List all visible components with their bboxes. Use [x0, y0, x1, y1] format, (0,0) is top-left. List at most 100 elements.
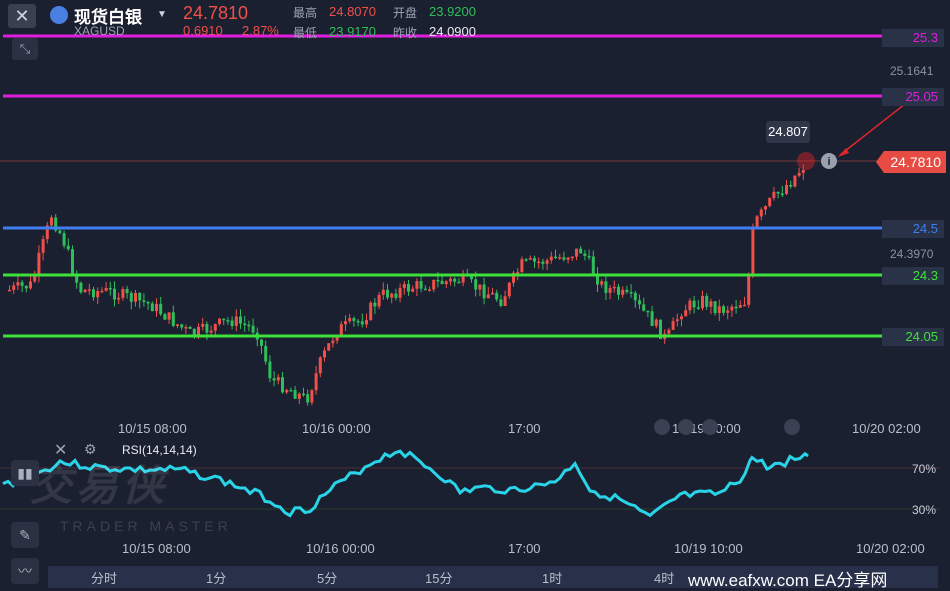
- candle-body: [41, 239, 45, 253]
- nav-dot-2[interactable]: [678, 419, 694, 435]
- x-label-1: 10/15 08:00: [118, 421, 187, 436]
- candle-body: [474, 279, 478, 290]
- tf-4h[interactable]: 4时: [654, 568, 674, 587]
- candle-body: [730, 306, 734, 311]
- candle-body: [314, 373, 318, 391]
- chevron-down-icon[interactable]: ▼: [157, 9, 167, 20]
- rsi-tick-30: 30%: [912, 503, 937, 517]
- candle-body: [776, 191, 780, 194]
- candle-body: [575, 248, 578, 257]
- candle-body: [398, 288, 402, 298]
- candle-body: [440, 280, 444, 285]
- candle-body: [558, 257, 562, 259]
- tf-5m[interactable]: 5分: [317, 568, 337, 587]
- candle-body: [113, 288, 116, 300]
- candle-body: [37, 252, 41, 275]
- candle-body: [444, 281, 448, 285]
- candle-body: [478, 284, 482, 290]
- candle-body: [633, 292, 637, 301]
- candle-body: [583, 253, 587, 256]
- level-tag-24.5[interactable]: 24.5: [882, 220, 944, 238]
- candle-body: [717, 306, 721, 314]
- candle-body: [155, 303, 158, 312]
- candle-body: [188, 327, 192, 329]
- rsi-close-icon[interactable]: ✕: [54, 440, 67, 460]
- candle-body: [747, 275, 751, 305]
- candle-body: [629, 291, 633, 294]
- candle-body: [87, 289, 91, 291]
- current-price-tag: 24.7810: [876, 151, 946, 173]
- tf-15m[interactable]: 15分: [425, 568, 452, 587]
- candle-body: [159, 303, 163, 315]
- candle-body: [79, 282, 83, 293]
- nav-dot-3[interactable]: [702, 419, 718, 435]
- candle-body: [234, 316, 238, 326]
- nav-dot-4[interactable]: [784, 419, 800, 435]
- candle-body: [264, 345, 268, 362]
- open-value: 23.9200: [429, 4, 476, 19]
- pencil-icon[interactable]: ✎: [11, 522, 39, 548]
- candle-body: [507, 282, 511, 297]
- candle-body: [722, 306, 725, 313]
- close-icon[interactable]: ✕: [8, 4, 36, 28]
- level-tag-24.3[interactable]: 24.3: [882, 267, 944, 285]
- candle-body: [339, 324, 343, 336]
- candle-body: [377, 294, 381, 307]
- candle-body: [310, 390, 314, 403]
- open-label: 开盘: [393, 6, 418, 20]
- candle-body: [213, 324, 217, 331]
- site-watermark: www.eafxw.com EA分享网: [688, 571, 888, 590]
- candle-body: [793, 175, 797, 187]
- candle-body: [142, 300, 146, 302]
- candle-body: [272, 378, 276, 381]
- candle-body: [621, 289, 625, 295]
- candle-body: [453, 278, 457, 282]
- level-tag-25.3[interactable]: 25.3: [882, 29, 944, 47]
- tf-1m[interactable]: 1分: [206, 568, 226, 587]
- x-label-2: 10/16 00:00: [302, 421, 371, 436]
- candle-body: [516, 272, 520, 274]
- candle-body: [29, 281, 32, 289]
- candle-body: [243, 323, 247, 326]
- tf-tick[interactable]: 分时: [91, 568, 117, 587]
- candle-body: [356, 320, 360, 323]
- candle-body: [163, 314, 167, 320]
- candle-body: [499, 299, 503, 306]
- candle-body: [327, 343, 331, 351]
- collapse-icon[interactable]: ⤡: [12, 38, 38, 60]
- candle-body: [302, 393, 305, 396]
- candle-body: [654, 319, 658, 326]
- nav-dot-1[interactable]: [654, 419, 670, 435]
- candle-body: [62, 233, 66, 246]
- high-label: 最高: [293, 6, 318, 20]
- candle-body: [184, 327, 188, 329]
- gear-icon[interactable]: ⚙: [84, 441, 97, 458]
- line-chart-icon[interactable]: 〰: [11, 558, 39, 584]
- tf-1h[interactable]: 1时: [542, 568, 562, 587]
- price-change-pct: 2.87%: [242, 23, 279, 38]
- candle-body: [612, 286, 616, 289]
- candle-body: [436, 279, 440, 282]
- bar-chart-icon[interactable]: ▮▮: [11, 460, 39, 486]
- candle-body: [381, 289, 385, 295]
- candle-body: [428, 289, 431, 291]
- candle-body: [554, 256, 557, 259]
- candle-body: [352, 318, 356, 321]
- candle-body: [297, 393, 301, 399]
- candle-body: [289, 390, 293, 392]
- annotation-arrow: [839, 103, 906, 156]
- candle-body: [318, 357, 322, 374]
- svg-text:i: i: [827, 156, 830, 168]
- candle-body: [579, 248, 583, 254]
- candle-body: [495, 292, 499, 300]
- candle-body: [688, 300, 692, 311]
- candle-body: [20, 282, 24, 286]
- level-tag-25.05[interactable]: 25.05: [882, 88, 944, 106]
- candle-body: [457, 281, 461, 284]
- candle-body: [528, 258, 532, 260]
- candle-body: [134, 292, 137, 302]
- last-price: 24.7810: [183, 3, 249, 23]
- candle-body: [50, 217, 53, 226]
- level-tag-24.05[interactable]: 24.05: [882, 328, 944, 346]
- candle-body: [146, 301, 150, 304]
